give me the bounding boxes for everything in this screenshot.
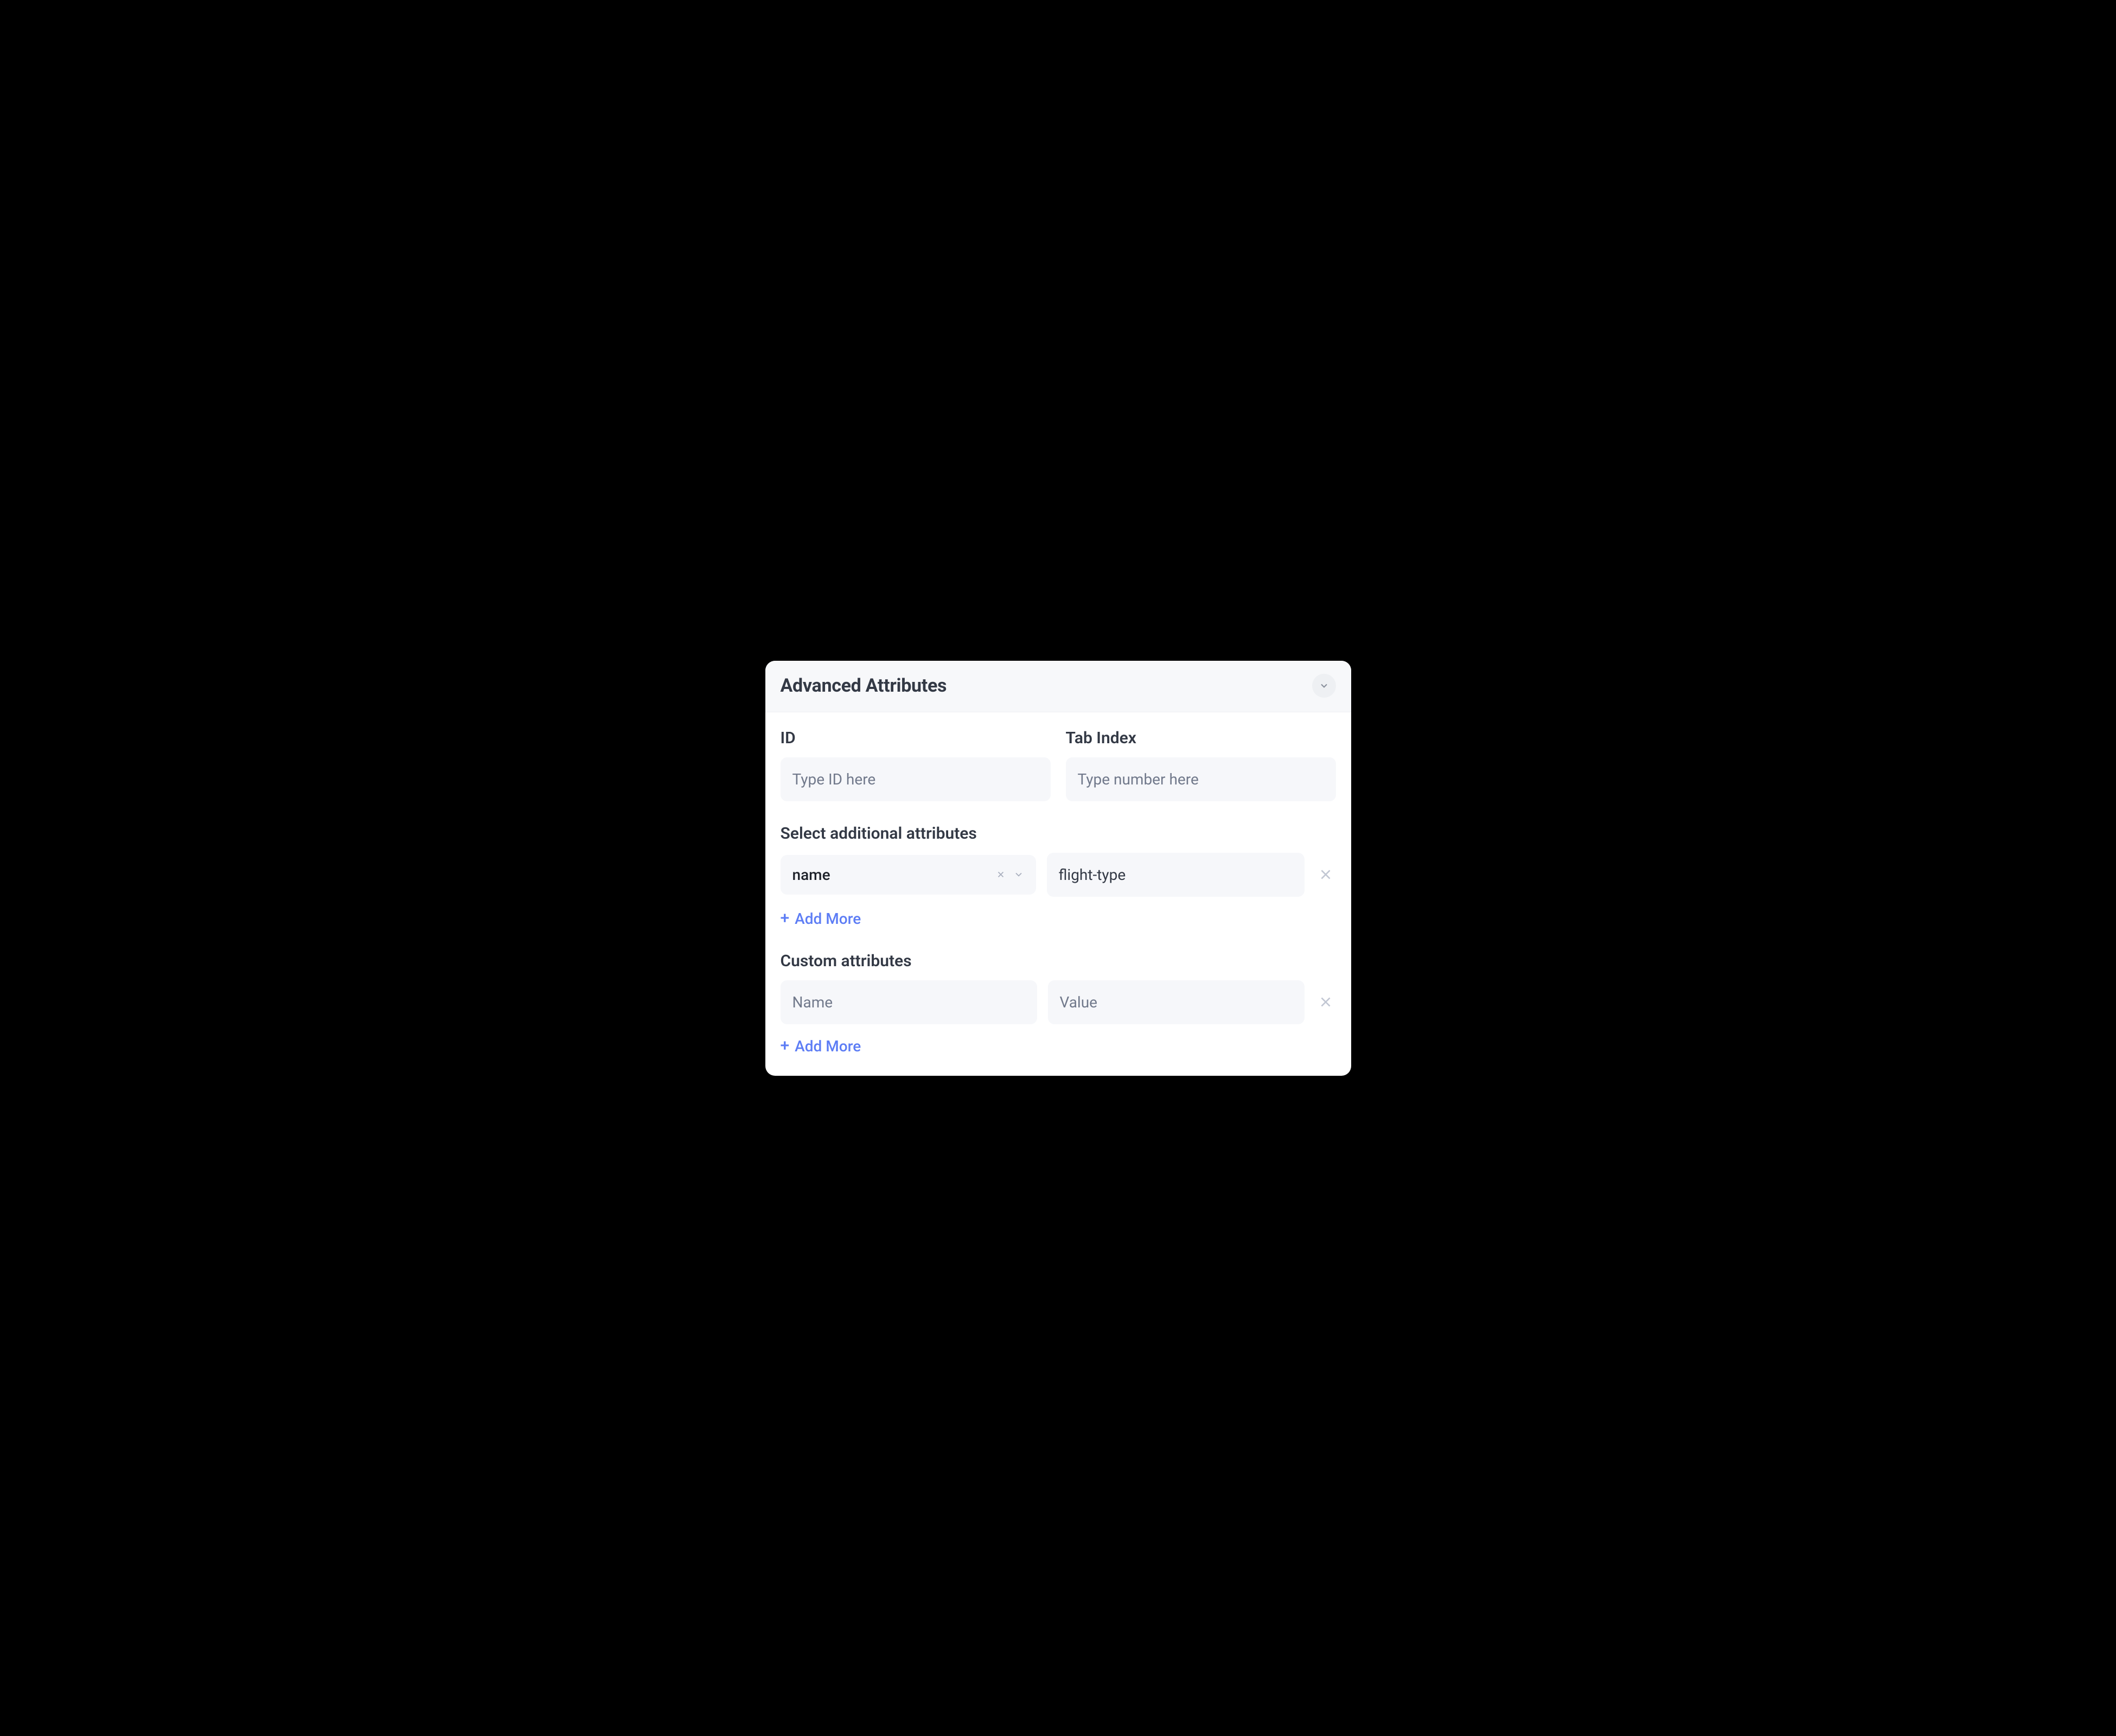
tabindex-input[interactable] <box>1066 757 1336 801</box>
chevron-down-icon <box>1319 680 1329 691</box>
add-more-label: Add More <box>795 910 861 928</box>
additional-attributes-label: Select additional attributes <box>781 824 1336 843</box>
open-select-button[interactable] <box>1011 867 1026 882</box>
plus-icon: + <box>781 910 790 927</box>
add-more-label: Add More <box>795 1037 861 1055</box>
attribute-value-input[interactable] <box>1047 853 1305 897</box>
tabindex-field-group: Tab Index <box>1066 729 1336 801</box>
close-icon <box>996 870 1006 879</box>
add-more-attributes-button[interactable]: + Add More <box>781 909 861 929</box>
close-icon <box>1319 995 1333 1009</box>
select-actions <box>994 867 1026 882</box>
additional-attribute-row: name <box>781 853 1336 897</box>
custom-attributes-label: Custom attributes <box>781 952 1336 971</box>
collapse-toggle-button[interactable] <box>1312 674 1336 698</box>
panel-header: Advanced Attributes <box>765 661 1351 712</box>
advanced-attributes-panel: Advanced Attributes ID Tab Index Select … <box>765 661 1351 1076</box>
tabindex-label: Tab Index <box>1066 729 1336 748</box>
attribute-key-select[interactable]: name <box>781 855 1036 895</box>
remove-attribute-row-button[interactable] <box>1315 864 1336 885</box>
id-field-group: ID <box>781 729 1051 801</box>
custom-attribute-value-input[interactable] <box>1048 980 1305 1024</box>
close-icon <box>1319 867 1333 882</box>
panel-title: Advanced Attributes <box>781 675 947 697</box>
chevron-down-icon <box>1013 869 1024 880</box>
clear-select-button[interactable] <box>994 867 1008 882</box>
panel-body: ID Tab Index Select additional attribute… <box>765 712 1351 1076</box>
id-tabindex-row: ID Tab Index <box>781 729 1336 801</box>
remove-custom-row-button[interactable] <box>1315 992 1336 1012</box>
custom-attribute-row <box>781 980 1336 1024</box>
add-more-custom-button[interactable]: + Add More <box>781 1036 861 1056</box>
id-label: ID <box>781 729 1051 748</box>
attribute-key-value: name <box>792 866 830 884</box>
plus-icon: + <box>781 1038 790 1054</box>
custom-attribute-name-input[interactable] <box>781 980 1037 1024</box>
id-input[interactable] <box>781 757 1051 801</box>
